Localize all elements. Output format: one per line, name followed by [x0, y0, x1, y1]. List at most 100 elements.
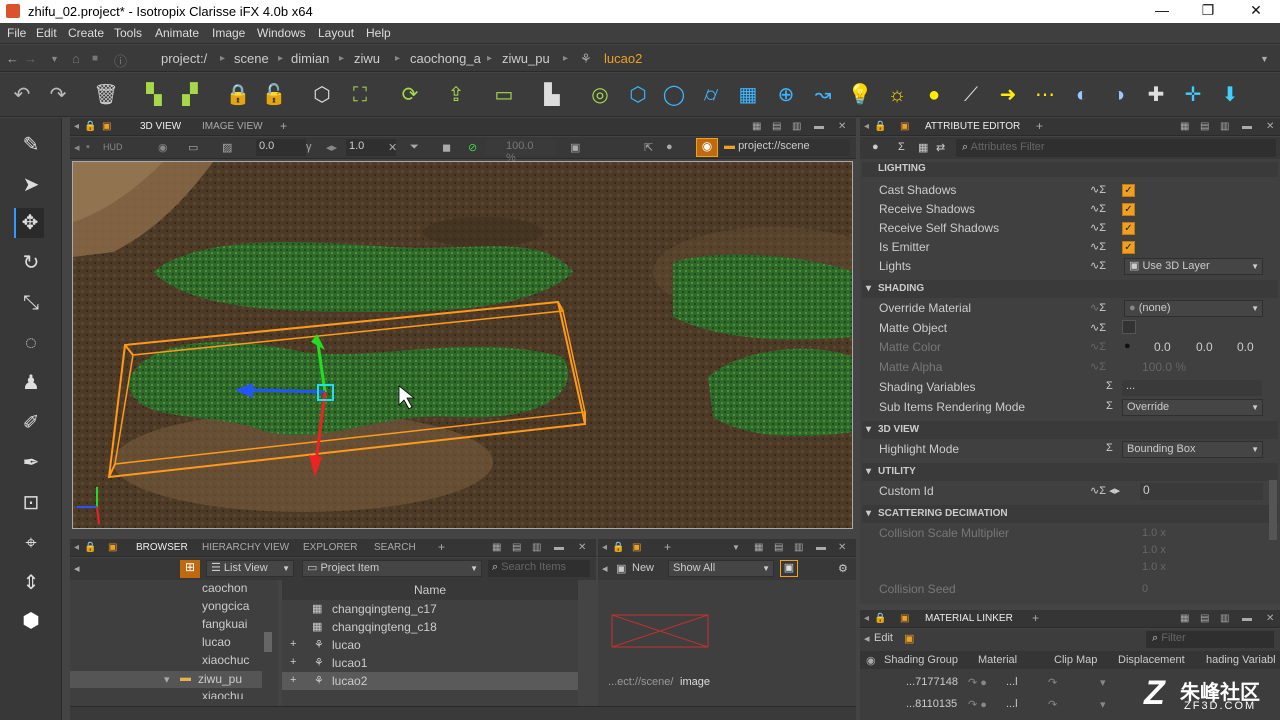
column-clip-map[interactable]: Clip Map	[1054, 654, 1097, 666]
dropdown-icon[interactable]: ▾	[1100, 676, 1106, 689]
item-type-dropdown[interactable]: ▭ Project Item ▼	[302, 560, 482, 577]
animate-icon[interactable]: ∿Σ	[1090, 301, 1106, 314]
close-panel-icon[interactable]: ✕	[838, 542, 846, 553]
collision-scale-z[interactable]: 1.0 x	[1142, 561, 1166, 573]
sub-items-mode-dropdown[interactable]: Override ▼	[1122, 399, 1263, 416]
download-icon[interactable]: ⬇	[1216, 81, 1244, 109]
menu-file[interactable]: File	[7, 26, 26, 40]
list-item[interactable]: + ⚘ lucao1	[282, 654, 578, 672]
eyedropper-icon[interactable]: ✎	[16, 130, 46, 160]
path-dropdown-icon[interactable]: ▼	[1260, 54, 1269, 64]
tree-item[interactable]: xiaochu	[202, 689, 243, 699]
save-view-icon[interactable]: ▪	[86, 141, 90, 153]
section-lighting[interactable]: LIGHTING	[862, 162, 1278, 177]
add-tab-icon[interactable]: +	[438, 540, 445, 554]
close-panel-icon[interactable]: ✕	[1266, 613, 1274, 624]
menu-animate[interactable]: Animate	[155, 26, 199, 40]
tree-item[interactable]: caochon	[202, 581, 247, 595]
path-crumb-project[interactable]: project:/	[161, 51, 207, 66]
maximize-panel-icon[interactable]: ▬	[1242, 121, 1252, 132]
panel-menu-icon[interactable]: ◂	[74, 121, 79, 132]
stop-icon[interactable]: ⊘	[468, 141, 477, 154]
layout-icon[interactable]: ▦	[1180, 613, 1189, 624]
list-item-selected[interactable]: + ⚘ lucao2	[282, 672, 578, 690]
import-icon[interactable]: ⇪	[442, 81, 470, 109]
maximize-panel-icon[interactable]: ▬	[554, 542, 564, 553]
eye-icon[interactable]: ◉	[696, 138, 718, 157]
collision-seed-value[interactable]: 0	[1142, 583, 1148, 595]
tools-icon[interactable]: ✕	[388, 141, 397, 154]
new-button[interactable]: New	[632, 562, 654, 574]
shading-variables-button[interactable]: ...	[1122, 380, 1262, 396]
minimize-button[interactable]: —	[1152, 2, 1172, 18]
lock-item-icon[interactable]: 🔒	[224, 81, 252, 109]
gamma-icon[interactable]: γ	[306, 141, 312, 153]
menu-tools[interactable]: Tools	[114, 26, 142, 40]
group-icon[interactable]: ▚	[140, 81, 168, 109]
scale-icon[interactable]: ⤡	[16, 288, 46, 318]
unlock-item-icon[interactable]: 🔓	[260, 81, 288, 109]
attribute-scrollbar[interactable]	[1269, 480, 1277, 540]
menu-windows[interactable]: Windows	[257, 26, 306, 40]
layout-icon[interactable]: ▦	[1180, 121, 1189, 132]
view-mode-dropdown[interactable]: ☰ List View ▼	[206, 560, 294, 577]
panel-lock-icon[interactable]: 🔒	[84, 542, 96, 553]
animate-icon[interactable]: ∿Σ ◂▸	[1090, 484, 1120, 497]
reference-icon[interactable]: ⟳	[396, 81, 424, 109]
area-light-icon[interactable]: ⋯	[1031, 81, 1059, 109]
directional-light-icon[interactable]: ➜	[994, 81, 1022, 109]
layout2-icon[interactable]: ▤	[774, 542, 783, 553]
material-filter-input[interactable]: ⌕ Filter	[1146, 631, 1274, 648]
panel-menu-icon[interactable]: ◂	[864, 121, 869, 132]
collision-scale-x[interactable]: 1.0 x	[1142, 527, 1166, 539]
tab-dropdown-icon[interactable]: ▼	[732, 543, 740, 552]
attributes-filter-input[interactable]: ⌕ Attributes Filter	[956, 139, 1276, 157]
cast-shadows-checkbox[interactable]: ✓	[1122, 184, 1135, 197]
table-row[interactable]: ...8110135 ↷ ● ...l ↷ ▾	[860, 695, 1140, 713]
column-shading-group[interactable]: Shading Group	[884, 654, 958, 666]
cylinder-icon[interactable]: ⌭	[697, 81, 725, 109]
comment-icon[interactable]: ●	[872, 141, 879, 153]
menu-edit[interactable]: Edit	[36, 26, 57, 40]
sigma-icon[interactable]: Σ	[1106, 380, 1113, 392]
matte-color-b[interactable]: 0.0	[1237, 340, 1254, 354]
visibility-icon[interactable]: ◉	[866, 654, 876, 667]
menu-layout[interactable]: Layout	[318, 26, 354, 40]
brush-icon[interactable]: ✒	[16, 448, 46, 478]
material-linker-edit[interactable]: Edit	[874, 632, 893, 644]
empty-image-thumbnail[interactable]	[611, 614, 709, 648]
attribute-editor-title[interactable]: ATTRIBUTE EDITOR	[925, 121, 1020, 132]
matte-color-r[interactable]: 0.0	[1154, 340, 1171, 354]
layout2-icon[interactable]: ▤	[512, 542, 521, 553]
texture-link-icon[interactable]: ▦	[918, 141, 928, 154]
material-linker-title[interactable]: MATERIAL LINKER	[925, 613, 1013, 624]
cube-icon[interactable]: ⬡	[624, 81, 652, 109]
path-current[interactable]: lucao2	[604, 51, 642, 66]
undo-icon[interactable]: ↶	[8, 81, 36, 109]
path-crumb-caochong[interactable]: caochong_a	[410, 51, 481, 66]
column-displacement[interactable]: Displacement	[1118, 654, 1185, 666]
animate-icon[interactable]: ∿Σ	[1090, 240, 1106, 253]
matte-alpha-value[interactable]: 100.0 %	[1142, 360, 1186, 374]
add-tab-icon[interactable]: +	[664, 540, 671, 554]
layout-icon[interactable]: ▦	[754, 542, 763, 553]
override-material-dropdown[interactable]: ● (none) ▼	[1124, 300, 1263, 317]
table-row[interactable]: ...7177148 ↷ ● ...l ↷ ▾	[860, 673, 1140, 691]
spot-light-icon[interactable]: ⟋	[957, 81, 985, 109]
panel-lock-icon[interactable]: 🔒	[874, 613, 886, 624]
layout-icon[interactable]: ▦	[752, 121, 761, 132]
collapse-icon[interactable]: ◂	[864, 632, 870, 645]
close-panel-icon[interactable]: ✕	[838, 121, 846, 132]
settings-icon[interactable]: ⚙	[838, 562, 848, 575]
sphere-shade-icon[interactable]: ●	[666, 141, 673, 153]
back-icon[interactable]: ←	[6, 51, 19, 66]
tree-item[interactable]: fangkuai	[202, 617, 247, 631]
section-scattering-decimation[interactable]: ▾ SCATTERING DECIMATION	[862, 505, 1278, 523]
matte-object-checkbox[interactable]	[1122, 320, 1136, 334]
tree-item-selected[interactable]: ▾ ▬ ziwu_pu	[70, 671, 262, 688]
redo-icon[interactable]: ↷	[44, 81, 72, 109]
material-linker-icon[interactable]: ▣	[904, 632, 914, 645]
camera-view-icon[interactable]: ◼	[442, 141, 451, 154]
tree-item[interactable]: lucao	[202, 635, 231, 649]
image-toggle-icon[interactable]: ▣	[780, 560, 798, 577]
